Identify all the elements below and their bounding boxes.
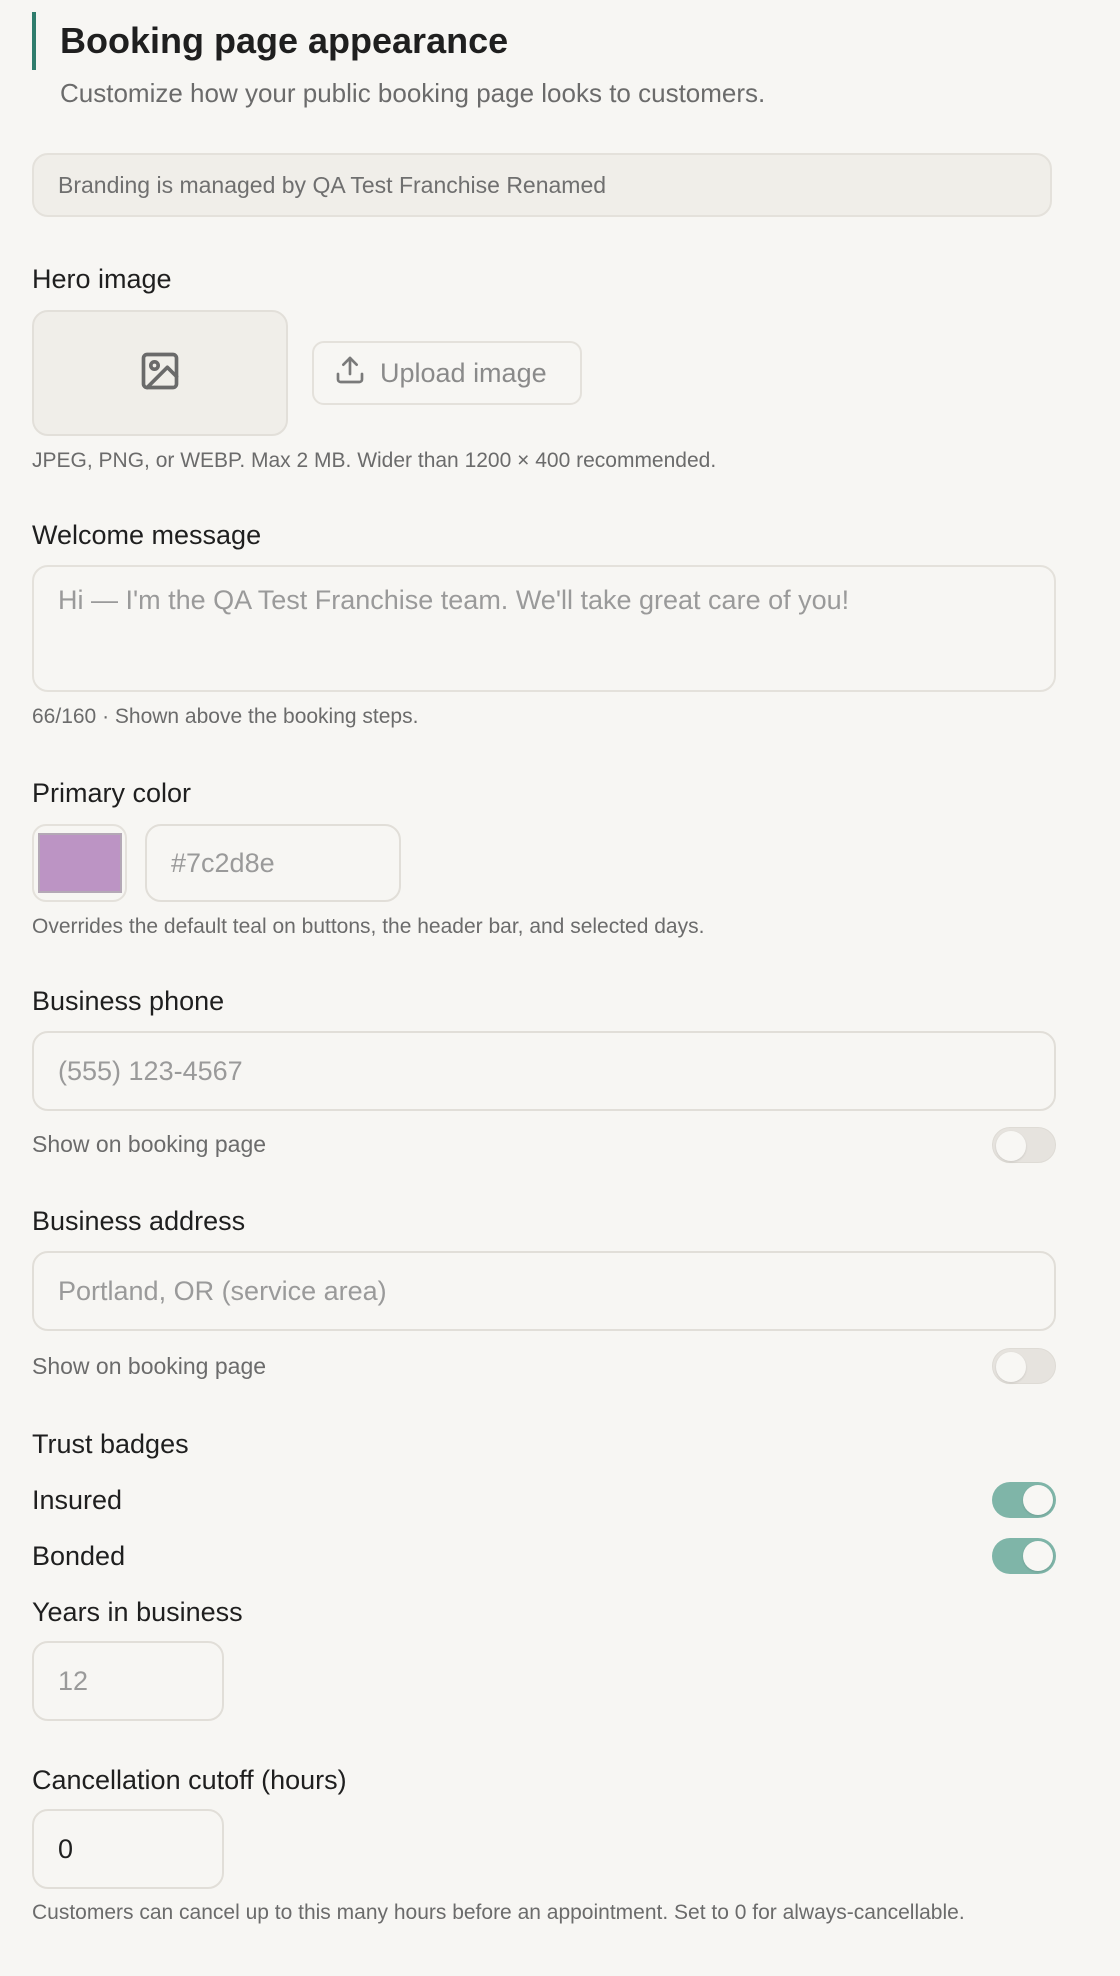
page-subtitle: Customize how your public booking page l…: [60, 78, 766, 108]
primary-color-label: Primary color: [32, 778, 192, 808]
hero-image-preview[interactable]: [32, 310, 288, 436]
cancellation-cutoff-help: Customers can cancel up to this many hou…: [32, 1901, 965, 1924]
hero-image-help: JPEG, PNG, or WEBP. Max 2 MB. Wider than…: [32, 449, 717, 472]
years-in-business-input[interactable]: 12: [32, 1641, 224, 1721]
years-in-business-label: Years in business: [32, 1597, 243, 1627]
business-address-label: Business address: [32, 1206, 246, 1236]
primary-color-help: Overrides the default teal on buttons, t…: [32, 915, 705, 938]
address-show-label: Show on booking page: [32, 1353, 267, 1379]
toggle-knob: [996, 1131, 1026, 1161]
badge-bonded-label: Bonded: [32, 1541, 126, 1571]
cancellation-cutoff-label: Cancellation cutoff (hours): [32, 1765, 347, 1795]
business-phone-label: Business phone: [32, 986, 225, 1016]
color-swatch: [37, 833, 122, 893]
image-icon: [138, 349, 182, 398]
welcome-message-textarea[interactable]: Hi — I'm the QA Test Franchise team. We'…: [32, 565, 1056, 692]
upload-image-label: Upload image: [380, 357, 547, 388]
toggle-knob: [1023, 1541, 1053, 1571]
business-address-input[interactable]: Portland, OR (service area): [32, 1251, 1056, 1331]
badge-insured-toggle[interactable]: [992, 1482, 1056, 1518]
address-show-toggle[interactable]: [992, 1348, 1056, 1384]
cancellation-cutoff-input[interactable]: 0: [32, 1809, 224, 1889]
badge-insured-label: Insured: [32, 1485, 123, 1515]
trust-badges-label: Trust badges: [32, 1429, 189, 1459]
toggle-knob: [996, 1352, 1026, 1382]
page-title: Booking page appearance: [60, 20, 509, 61]
hero-image-label: Hero image: [32, 264, 172, 294]
toggle-knob: [1023, 1485, 1053, 1515]
phone-show-toggle[interactable]: [992, 1127, 1056, 1163]
color-hex-input[interactable]: #7c2d8e: [145, 824, 401, 902]
upload-image-button[interactable]: Upload image: [312, 341, 582, 405]
welcome-message-label: Welcome message: [32, 520, 262, 550]
business-phone-input[interactable]: (555) 123-4567: [32, 1031, 1056, 1111]
branding-notice: Branding is managed by QA Test Franchise…: [32, 153, 1052, 217]
badge-bonded-toggle[interactable]: [992, 1538, 1056, 1574]
color-swatch-picker[interactable]: [32, 824, 127, 902]
phone-show-label: Show on booking page: [32, 1131, 267, 1157]
welcome-message-help: 66/160 · Shown above the booking steps.: [32, 705, 419, 728]
upload-icon: [334, 354, 380, 393]
